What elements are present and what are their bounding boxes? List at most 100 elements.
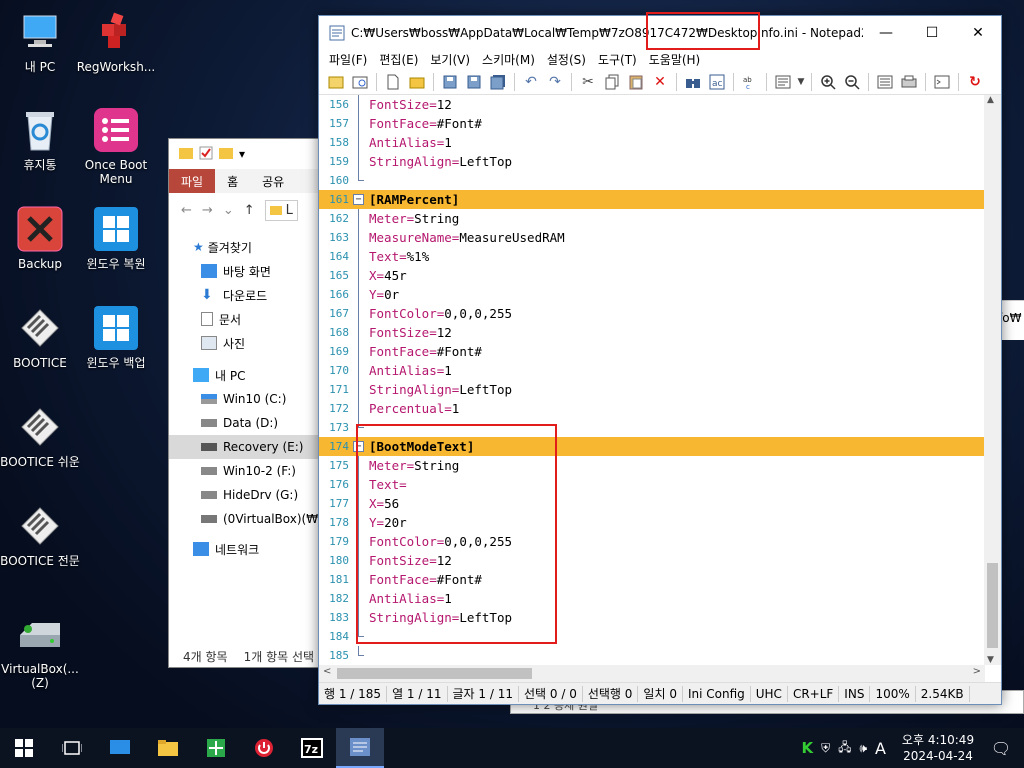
- maximize-button[interactable]: ☐: [909, 16, 955, 49]
- editor-line[interactable]: 165 X=45r: [319, 266, 985, 285]
- editor-line[interactable]: 164 Text=%1%: [319, 247, 985, 266]
- replace-icon[interactable]: ac: [706, 71, 728, 93]
- taskbar-app-power[interactable]: [240, 728, 288, 768]
- editor-line[interactable]: 159 StringAlign=LeftTop: [319, 152, 985, 171]
- taskbar-app-7zip[interactable]: 7z: [288, 728, 336, 768]
- nav-quick-access[interactable]: ★ 즐겨찾기: [169, 235, 327, 259]
- address-bar[interactable]: L: [264, 199, 298, 221]
- kaspersky-icon[interactable]: K: [801, 739, 813, 757]
- nav-drive-d[interactable]: Data (D:): [169, 411, 327, 435]
- zoom-out-icon[interactable]: [841, 71, 863, 93]
- desktop-icon-this-pc[interactable]: 내 PC: [0, 8, 80, 74]
- tab-home[interactable]: 홈: [215, 169, 250, 193]
- desktop-icon-virtualbox-drive[interactable]: VirtualBox(... (Z): [0, 610, 80, 690]
- taskbar-app-notepad2[interactable]: [336, 728, 384, 768]
- nav-drive-virtualbox[interactable]: (0VirtualBox)(₩₩V: [169, 507, 327, 531]
- paste-icon[interactable]: [625, 71, 647, 93]
- chevron-down-icon[interactable]: ⌄: [223, 203, 234, 218]
- nav-item-downloads[interactable]: ⬇ 다운로드: [169, 283, 327, 307]
- status-ovr[interactable]: INS: [839, 685, 871, 702]
- menu-scheme[interactable]: 스키마(M): [476, 51, 541, 68]
- editor-line[interactable]: 167 FontColor=0,0,0,255: [319, 304, 985, 323]
- zoom-in-icon[interactable]: [817, 71, 839, 93]
- nav-drive-g[interactable]: HideDrv (G:): [169, 483, 327, 507]
- save-icon[interactable]: [439, 71, 461, 93]
- editor-line[interactable]: 185: [319, 646, 985, 665]
- chevron-down-icon[interactable]: ▼: [796, 71, 806, 93]
- editor-line[interactable]: 161− [RAMPercent]: [319, 190, 985, 209]
- task-view-button[interactable]: [48, 728, 96, 768]
- copy-icon[interactable]: [601, 71, 623, 93]
- redo-icon[interactable]: ↷: [544, 71, 566, 93]
- new-window-icon[interactable]: [325, 71, 347, 93]
- editor-line[interactable]: 168 FontSize=12: [319, 323, 985, 342]
- nav-drive-e[interactable]: Recovery (E:): [169, 435, 327, 459]
- editor-line[interactable]: 162 Meter=String: [319, 209, 985, 228]
- print-icon[interactable]: [898, 71, 920, 93]
- volume-icon[interactable]: 🕪: [859, 741, 867, 756]
- input-method-indicator[interactable]: A: [875, 739, 886, 758]
- desktop-icon-recycle-bin[interactable]: 휴지통: [0, 106, 80, 172]
- editor-line[interactable]: 170 AntiAlias=1: [319, 361, 985, 380]
- nav-item-documents[interactable]: 문서: [169, 307, 327, 331]
- scroll-right-icon[interactable]: >: [973, 666, 981, 677]
- close-button[interactable]: ✕: [955, 16, 1001, 49]
- tab-file[interactable]: 파일: [169, 169, 216, 193]
- fold-margin[interactable]: −: [352, 190, 366, 209]
- taskbar-app-desktop[interactable]: [96, 728, 144, 768]
- editor-line[interactable]: 157 FontFace=#Font#: [319, 114, 985, 133]
- open-with-icon[interactable]: [931, 71, 953, 93]
- desktop-icon-bootice[interactable]: BOOTICE: [0, 304, 80, 370]
- horizontal-scrollbar[interactable]: < >: [319, 665, 985, 682]
- desktop-icon-windows-backup[interactable]: 윈도우 백업: [76, 304, 156, 370]
- tab-share[interactable]: 공유: [250, 169, 296, 193]
- start-button[interactable]: [0, 728, 48, 768]
- undo-icon[interactable]: ↶: [520, 71, 542, 93]
- editor-line[interactable]: 166 Y=0r: [319, 285, 985, 304]
- security-shield-icon[interactable]: ⛨: [821, 741, 830, 756]
- nav-item-desktop[interactable]: 바탕 화면: [169, 259, 327, 283]
- save-copy-icon[interactable]: [487, 71, 509, 93]
- status-zoom[interactable]: 100%: [870, 685, 916, 702]
- desktop-icon-backup[interactable]: Backup: [0, 205, 80, 271]
- editor-line[interactable]: 156 FontSize=12: [319, 95, 985, 114]
- browse-icon[interactable]: [349, 71, 371, 93]
- desktop-icon-bootice-expert[interactable]: BOOTICE 전문: [0, 502, 80, 568]
- chevron-down-icon[interactable]: ▾: [239, 147, 245, 161]
- status-scheme[interactable]: Ini Config: [683, 685, 751, 702]
- menu-file[interactable]: 파일(F): [323, 51, 373, 68]
- editor-line[interactable]: 160: [319, 171, 985, 190]
- nav-item-pictures[interactable]: 사진: [169, 331, 327, 355]
- horizontal-scroll-thumb[interactable]: [337, 668, 532, 679]
- new-file-icon[interactable]: [382, 71, 404, 93]
- desktop-icon-bootice-easy[interactable]: BOOTICE 쉬운: [0, 403, 80, 469]
- desktop-icon-windows-restore[interactable]: 윈도우 복원: [76, 205, 156, 271]
- taskbar-app-explorer[interactable]: [144, 728, 192, 768]
- clock[interactable]: 오후 4:10:49 2024-04-24: [898, 732, 978, 764]
- menu-view[interactable]: 보기(V): [424, 51, 476, 68]
- editor-line[interactable]: 171 StringAlign=LeftTop: [319, 380, 985, 399]
- status-eol[interactable]: CR+LF: [788, 685, 840, 702]
- fold-collapse-icon[interactable]: −: [353, 194, 364, 205]
- minimize-button[interactable]: —: [863, 16, 909, 49]
- desktop-icon-once-boot-menu[interactable]: Once Boot Menu: [76, 106, 156, 186]
- properties-icon[interactable]: [199, 146, 213, 163]
- editor-line[interactable]: 158 AntiAlias=1: [319, 133, 985, 152]
- scroll-left-icon[interactable]: <: [323, 666, 331, 677]
- notification-icon[interactable]: 🗨: [978, 739, 1024, 758]
- network-icon[interactable]: 🖧: [838, 738, 851, 759]
- taskbar-app-green-tool[interactable]: [192, 728, 240, 768]
- status-encoding[interactable]: UHC: [751, 685, 788, 702]
- exit-icon[interactable]: ↻: [964, 71, 986, 93]
- scheme-icon[interactable]: [772, 71, 794, 93]
- nav-this-pc[interactable]: 내 PC: [169, 363, 327, 387]
- back-arrow-icon[interactable]: ←: [181, 203, 192, 218]
- vertical-scrollbar[interactable]: ▲ ▼: [984, 95, 1001, 665]
- save-as-icon[interactable]: [463, 71, 485, 93]
- delete-icon[interactable]: ✕: [649, 71, 671, 93]
- open-file-icon[interactable]: [406, 71, 428, 93]
- nav-drive-c[interactable]: Win10 (C:): [169, 387, 327, 411]
- editor-line[interactable]: 172 Percentual=1: [319, 399, 985, 418]
- new-folder-icon[interactable]: [219, 146, 233, 163]
- scroll-up-icon[interactable]: ▲: [987, 95, 994, 105]
